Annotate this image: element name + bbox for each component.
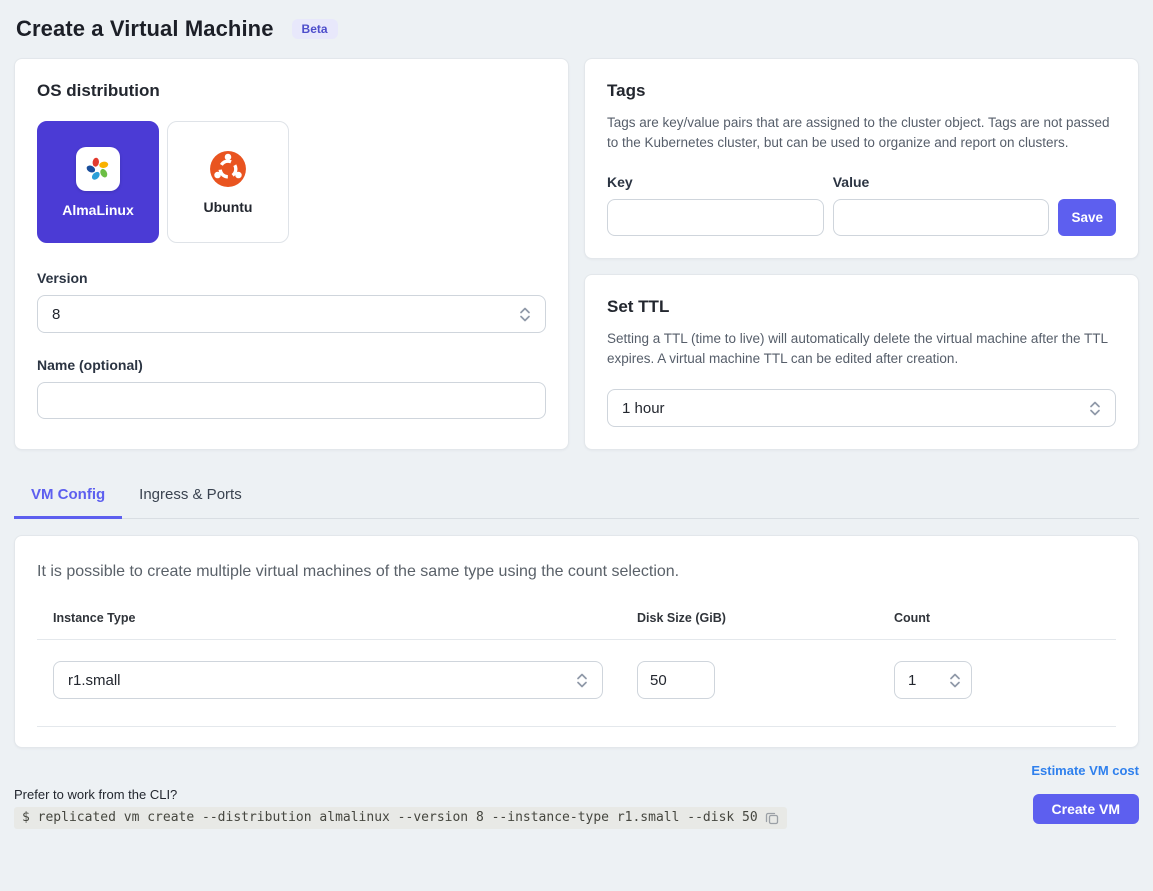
- key-label: Key: [607, 174, 824, 190]
- version-field: Version 8: [37, 270, 546, 333]
- vm-table-header: Instance Type Disk Size (GiB) Count: [37, 611, 1116, 639]
- tab-ingress-ports[interactable]: Ingress & Ports: [122, 477, 259, 519]
- version-select[interactable]: 8: [37, 295, 546, 333]
- name-field: Name (optional): [37, 357, 546, 419]
- estimate-vm-cost-link[interactable]: Estimate VM cost: [1031, 763, 1139, 778]
- chevron-up-down-icon: [948, 672, 962, 689]
- footer: Estimate VM cost Prefer to work from the…: [14, 763, 1139, 829]
- os-distribution-card: OS distribution: [14, 58, 569, 450]
- vm-table: Instance Type Disk Size (GiB) Count r1.s…: [37, 611, 1116, 727]
- disk-size-input[interactable]: [637, 661, 715, 699]
- os-card-title: OS distribution: [37, 81, 546, 101]
- name-label: Name (optional): [37, 357, 546, 373]
- ubuntu-logo-icon: [209, 150, 247, 188]
- count-value: 1: [908, 672, 916, 689]
- count-stepper[interactable]: 1: [894, 661, 972, 699]
- ttl-description: Setting a TTL (time to live) will automa…: [607, 329, 1116, 369]
- ttl-select[interactable]: 1 hour: [607, 389, 1116, 427]
- cli-block: Prefer to work from the CLI? $ replicate…: [14, 787, 787, 829]
- chevron-up-down-icon: [1088, 400, 1102, 417]
- footer-bottom: Prefer to work from the CLI? $ replicate…: [14, 787, 1139, 829]
- column-count: Count: [878, 611, 1116, 639]
- page-title: Create a Virtual Machine: [16, 16, 274, 42]
- table-row: r1.small 1: [37, 640, 1116, 726]
- ttl-card-title: Set TTL: [607, 297, 1116, 317]
- chevron-up-down-icon: [575, 672, 589, 689]
- vm-config-card: It is possible to create multiple virtua…: [14, 535, 1139, 748]
- version-label: Version: [37, 270, 546, 286]
- ubuntu-tile[interactable]: Ubuntu: [167, 121, 289, 243]
- tag-form: Key Value Save: [607, 174, 1116, 236]
- table-divider: [37, 726, 1116, 727]
- column-disk-size: Disk Size (GiB): [621, 611, 878, 639]
- value-input[interactable]: [833, 199, 1050, 236]
- distribution-tiles: AlmaLinux Ubuntu: [37, 121, 546, 243]
- set-ttl-card: Set TTL Setting a TTL (time to live) wil…: [584, 274, 1139, 450]
- version-select-value: 8: [52, 306, 60, 323]
- page-header: Create a Virtual Machine Beta: [14, 14, 1139, 58]
- column-instance-type: Instance Type: [37, 611, 621, 639]
- value-label: Value: [833, 174, 1050, 190]
- disk-size-cell: [621, 661, 878, 699]
- tags-card: Tags Tags are key/value pairs that are a…: [584, 58, 1139, 259]
- ubuntu-tile-label: Ubuntu: [204, 199, 253, 215]
- tab-vm-config[interactable]: VM Config: [14, 477, 122, 519]
- top-cards-grid: OS distribution: [14, 58, 1139, 450]
- tags-description: Tags are key/value pairs that are assign…: [607, 113, 1116, 153]
- create-vm-page: Create a Virtual Machine Beta OS distrib…: [0, 0, 1153, 855]
- footer-top: Estimate VM cost: [14, 763, 1139, 778]
- copy-icon[interactable]: [765, 811, 779, 825]
- instance-type-value: r1.small: [68, 672, 121, 689]
- instance-type-select[interactable]: r1.small: [53, 661, 603, 699]
- instance-type-cell: r1.small: [37, 661, 621, 699]
- create-vm-button[interactable]: Create VM: [1033, 794, 1139, 824]
- right-column: Tags Tags are key/value pairs that are a…: [584, 58, 1139, 450]
- config-tabs: VM Config Ingress & Ports: [14, 477, 1139, 519]
- key-input[interactable]: [607, 199, 824, 236]
- beta-badge: Beta: [292, 19, 338, 39]
- tag-key-field: Key: [607, 174, 824, 236]
- almalinux-logo-icon: [76, 147, 120, 191]
- tag-value-field: Value: [833, 174, 1050, 236]
- cli-command-text: $ replicated vm create --distribution al…: [22, 810, 758, 825]
- cli-command: $ replicated vm create --distribution al…: [14, 807, 787, 829]
- chevron-up-down-icon: [518, 306, 532, 323]
- ttl-select-value: 1 hour: [622, 400, 665, 417]
- vm-config-intro: It is possible to create multiple virtua…: [37, 563, 1116, 581]
- almalinux-tile[interactable]: AlmaLinux: [37, 121, 159, 243]
- save-button[interactable]: Save: [1058, 199, 1116, 236]
- cli-prompt: Prefer to work from the CLI?: [14, 787, 787, 802]
- almalinux-tile-label: AlmaLinux: [62, 202, 134, 218]
- count-cell: 1: [878, 661, 1116, 699]
- name-input[interactable]: [37, 382, 546, 419]
- tags-card-title: Tags: [607, 81, 1116, 101]
